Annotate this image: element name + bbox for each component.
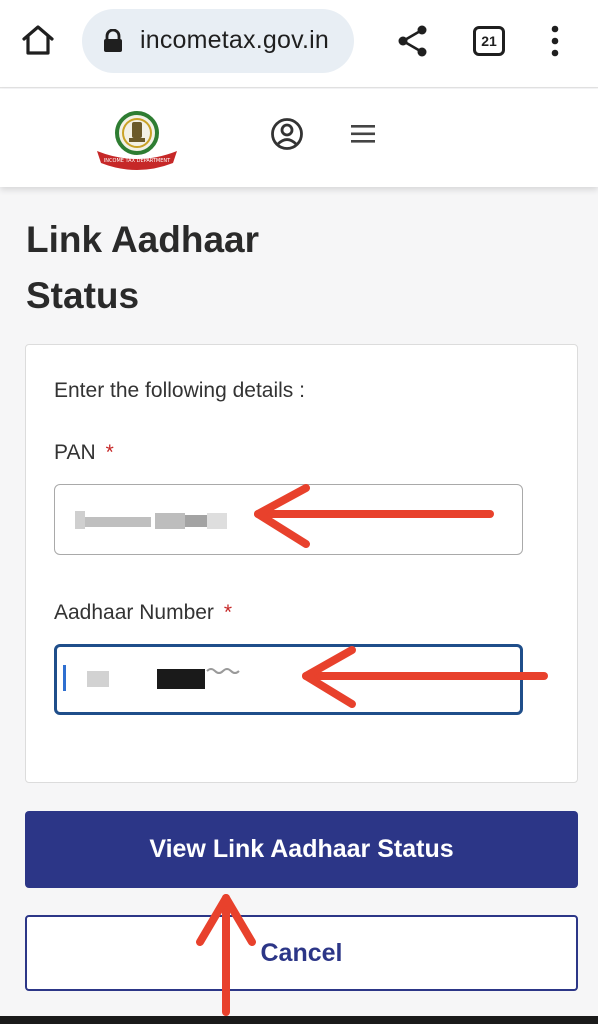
- tab-count: 21: [481, 33, 497, 49]
- aadhaar-label: Aadhaar Number *: [54, 601, 232, 625]
- aadhaar-required-mark: *: [223, 601, 233, 624]
- pan-redacted-value: [75, 511, 227, 529]
- logo-text: INCOME TAX DEPARTMENT: [104, 158, 171, 164]
- form-card: Enter the following details : PAN * Aadha…: [25, 344, 578, 783]
- lock-icon[interactable]: [102, 29, 124, 53]
- pan-label: PAN *: [54, 441, 114, 465]
- cancel-button[interactable]: Cancel: [25, 915, 578, 991]
- pan-input[interactable]: [54, 484, 523, 555]
- text-cursor: [63, 665, 66, 691]
- pan-required-mark: *: [105, 441, 114, 464]
- site-header: INCOME TAX DEPARTMENT: [0, 89, 598, 187]
- tabs-icon[interactable]: 21: [473, 26, 505, 56]
- hamburger-menu-icon[interactable]: [350, 123, 376, 145]
- aadhaar-input[interactable]: [54, 644, 523, 715]
- home-icon[interactable]: [20, 22, 56, 58]
- url-text: incometax.gov.in: [140, 26, 329, 54]
- form-instruction: Enter the following details :: [54, 379, 305, 402]
- income-tax-logo[interactable]: INCOME TAX DEPARTMENT: [93, 107, 181, 171]
- page-title: Link Aadhaar Status: [26, 219, 260, 316]
- address-bar[interactable]: incometax.gov.in: [82, 9, 354, 73]
- profile-icon[interactable]: [270, 117, 304, 151]
- more-vert-icon[interactable]: [546, 24, 564, 58]
- aadhaar-label-text: Aadhaar Number: [54, 601, 214, 624]
- view-link-aadhaar-status-button[interactable]: View Link Aadhaar Status: [25, 811, 578, 888]
- pan-label-text: PAN: [54, 441, 96, 464]
- system-navigation-bar: [0, 1016, 598, 1024]
- aadhaar-redacted-value: [87, 668, 240, 689]
- browser-toolbar: incometax.gov.in 21: [0, 0, 598, 88]
- share-icon[interactable]: [396, 24, 430, 58]
